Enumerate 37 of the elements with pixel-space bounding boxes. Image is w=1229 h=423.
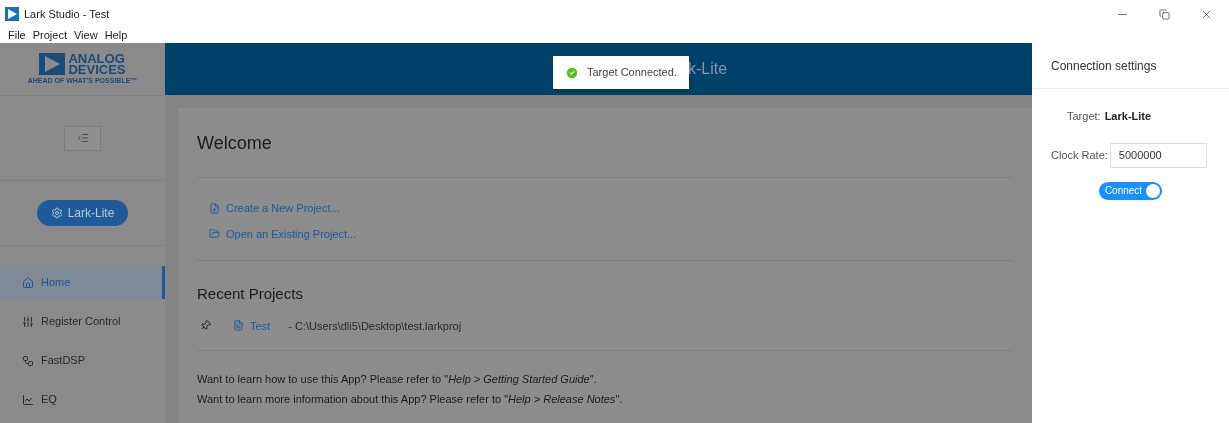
sidebar-item[interactable]: EQ [0, 383, 165, 416]
menu-item[interactable]: Project [32, 27, 67, 44]
restore-icon[interactable] [1159, 8, 1170, 20]
device-button[interactable]: Lark-Lite [36, 200, 129, 226]
field-label: Target: [1067, 109, 1101, 124]
check-circle-icon [565, 65, 579, 80]
nodes-icon [22, 354, 34, 367]
menu-item[interactable]: Help [104, 27, 128, 44]
header-title: k-Lite [688, 59, 728, 79]
file-icon [233, 320, 244, 332]
logo-text: ANALOG [68, 53, 126, 64]
logo-text: DEVICES [68, 64, 126, 75]
menu-item[interactable]: View [74, 27, 98, 44]
folder-icon [209, 228, 220, 240]
home-icon [22, 276, 34, 289]
gear-icon [50, 207, 63, 219]
menu-item[interactable]: File [8, 27, 26, 44]
sidebar-item[interactable]: Register Control [0, 305, 165, 338]
menu-icon [76, 132, 89, 144]
section-title: Recent Projects [197, 284, 304, 304]
sidebar-item[interactable]: FastDSP [0, 344, 165, 377]
help-text: Want to learn how to use this App? Please refer to "Help > Getting Started Guide". [197, 372, 598, 387]
connect-switch[interactable]: Connect [1098, 181, 1163, 200]
window-title: Lark Studio - Test [24, 6, 110, 22]
drawer-title: Connection settings [1051, 57, 1157, 75]
target-value: Lark-Lite [1104, 109, 1152, 124]
field-label: Clock Rate: [1051, 147, 1108, 163]
clock-rate-field[interactable]: 5000000 [1109, 142, 1207, 168]
file-plus-icon [209, 202, 220, 214]
project-path: - C:\Users\dli5\Desktop\test.larkproj [288, 318, 462, 334]
sliders-icon [22, 315, 34, 328]
help-text: Want to learn more information about this App? Please refer to "Help > Release Notes". [197, 391, 624, 407]
welcome-title: Welcome [197, 132, 273, 155]
menu-toggle-button[interactable] [64, 125, 101, 151]
line-chart-icon [22, 393, 34, 406]
app-logo-icon [5, 7, 19, 21]
toast-message: Target Connected. [587, 65, 677, 81]
